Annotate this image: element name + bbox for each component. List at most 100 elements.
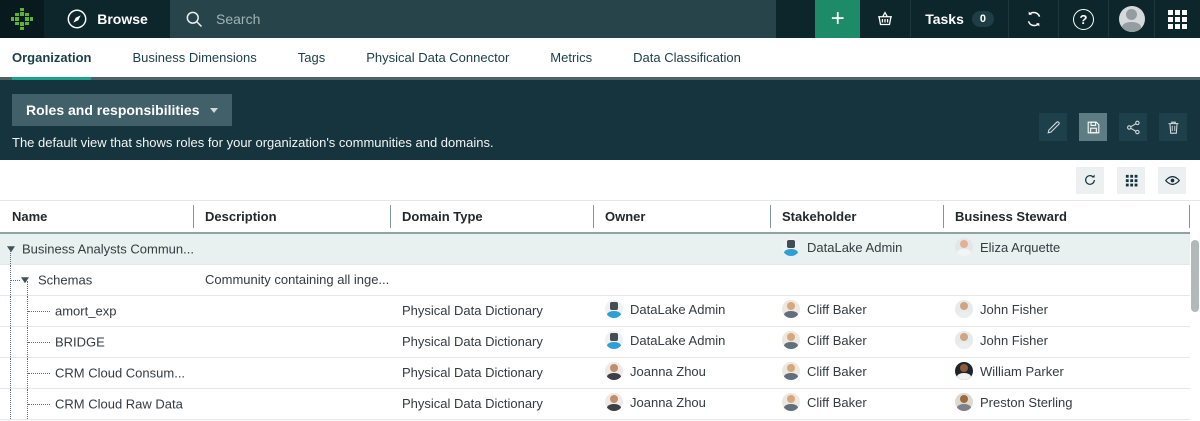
table-row[interactable]: CRM Cloud Consum... Physical Data Dictio… bbox=[0, 357, 1190, 388]
domain-type-cell bbox=[390, 264, 593, 295]
user-chip[interactable]: William Parker bbox=[955, 362, 1064, 380]
apps-grid-icon bbox=[1168, 10, 1187, 29]
tab-metrics[interactable]: Metrics bbox=[550, 38, 592, 77]
table-row[interactable]: Business Analysts Commun... DataLake Adm… bbox=[0, 233, 1190, 264]
domain-type-cell: Physical Data Dictionary bbox=[390, 388, 593, 419]
column-header-description[interactable]: Description bbox=[193, 201, 390, 233]
owner-cell bbox=[593, 233, 770, 264]
user-chip[interactable]: John Fisher bbox=[955, 331, 1048, 349]
column-settings-button[interactable] bbox=[1117, 167, 1145, 194]
search-input[interactable] bbox=[216, 11, 762, 27]
domain-type-cell: Physical Data Dictionary bbox=[390, 357, 593, 388]
help-button[interactable]: ? bbox=[1058, 0, 1108, 38]
user-chip[interactable]: Eliza Arquette bbox=[955, 238, 1060, 256]
edit-view-button[interactable] bbox=[1039, 113, 1067, 141]
browse-button[interactable]: Browse bbox=[44, 0, 170, 38]
tab-physical-data-connector[interactable]: Physical Data Connector bbox=[366, 38, 509, 77]
description-cell bbox=[193, 295, 390, 326]
user-chip[interactable]: Joanna Zhou bbox=[605, 393, 706, 411]
save-view-button[interactable] bbox=[1079, 113, 1107, 141]
tree-line bbox=[27, 281, 28, 295]
user-chip[interactable]: DataLake Admin bbox=[605, 331, 725, 349]
tree-line bbox=[10, 296, 11, 326]
stakeholder-cell bbox=[770, 264, 943, 295]
refresh-table-button[interactable] bbox=[1076, 167, 1104, 194]
search-icon bbox=[184, 9, 204, 29]
tree-line bbox=[28, 342, 50, 343]
user-chip[interactable]: Cliff Baker bbox=[782, 393, 867, 411]
column-header-business-steward[interactable]: Business Steward bbox=[943, 201, 1190, 233]
stakeholder-cell: Cliff Baker bbox=[770, 326, 943, 357]
user-menu-button[interactable] bbox=[1108, 0, 1154, 38]
delete-view-button[interactable] bbox=[1159, 113, 1187, 141]
create-asset-button[interactable]: + bbox=[815, 0, 860, 38]
user-chip[interactable]: Cliff Baker bbox=[782, 331, 867, 349]
table-row[interactable]: BRIDGE Physical Data Dictionary DataLake… bbox=[0, 326, 1190, 357]
domain-type-cell bbox=[390, 233, 593, 264]
basket-button[interactable] bbox=[860, 0, 910, 38]
user-chip[interactable]: John Fisher bbox=[955, 300, 1048, 318]
preview-button[interactable] bbox=[1158, 167, 1186, 194]
business-steward-cell: John Fisher bbox=[943, 326, 1190, 357]
assets-table: Name Description Domain Type Owner Stake… bbox=[0, 201, 1190, 420]
vertical-scrollbar[interactable] bbox=[1191, 240, 1199, 312]
table-row[interactable]: Schemas Community containing all inge... bbox=[0, 264, 1190, 295]
table-header-row: Name Description Domain Type Owner Stake… bbox=[0, 201, 1190, 233]
user-chip[interactable]: DataLake Admin bbox=[605, 300, 725, 318]
tree-line bbox=[10, 327, 11, 357]
apps-menu-button[interactable] bbox=[1154, 0, 1200, 38]
description-cell: Community containing all inge... bbox=[193, 264, 390, 295]
sync-icon bbox=[1023, 8, 1045, 30]
search-bar[interactable] bbox=[170, 0, 776, 38]
user-chip[interactable]: Cliff Baker bbox=[782, 362, 867, 380]
user-avatar bbox=[605, 362, 623, 380]
view-selector-label: Roles and responsibilities bbox=[26, 102, 200, 118]
tasks-count-badge: 0 bbox=[972, 11, 994, 27]
user-chip[interactable]: Preston Sterling bbox=[955, 393, 1073, 411]
table-row[interactable]: amort_exp Physical Data Dictionary DataL… bbox=[0, 295, 1190, 326]
tree-line bbox=[10, 358, 11, 388]
sync-button[interactable] bbox=[1008, 0, 1058, 38]
tab-data-classification[interactable]: Data Classification bbox=[633, 38, 741, 77]
view-description: The default view that shows roles for yo… bbox=[12, 135, 1188, 150]
business-steward-cell: Preston Sterling bbox=[943, 388, 1190, 419]
column-header-domain-type[interactable]: Domain Type bbox=[390, 201, 593, 233]
asset-name-link[interactable]: CRM Cloud Raw Data bbox=[55, 396, 183, 411]
user-avatar bbox=[955, 362, 973, 380]
description-cell bbox=[193, 388, 390, 419]
tab-business-dimensions[interactable]: Business Dimensions bbox=[132, 38, 256, 77]
business-steward-cell: John Fisher bbox=[943, 295, 1190, 326]
asset-name-link[interactable]: Schemas bbox=[38, 272, 92, 287]
basket-icon bbox=[874, 8, 896, 30]
table-toolbar bbox=[0, 160, 1200, 201]
column-header-stakeholder[interactable]: Stakeholder bbox=[770, 201, 943, 233]
owner-cell: DataLake Admin bbox=[593, 326, 770, 357]
asset-name-link[interactable]: Business Analysts Commun... bbox=[22, 241, 193, 256]
user-chip[interactable]: Cliff Baker bbox=[782, 300, 867, 318]
tasks-button[interactable]: Tasks 0 bbox=[910, 0, 1008, 38]
table-row[interactable]: CRM Cloud Raw Data Physical Data Diction… bbox=[0, 388, 1190, 419]
view-actions bbox=[1039, 113, 1187, 141]
column-header-name[interactable]: Name bbox=[0, 201, 193, 233]
asset-name-link[interactable]: amort_exp bbox=[55, 303, 116, 318]
app-logo[interactable] bbox=[0, 0, 44, 38]
tab-organization[interactable]: Organization bbox=[12, 38, 91, 77]
column-header-owner[interactable]: Owner bbox=[593, 201, 770, 233]
user-avatar bbox=[782, 393, 800, 411]
share-view-button[interactable] bbox=[1119, 113, 1147, 141]
stakeholder-cell: DataLake Admin bbox=[770, 233, 943, 264]
collapse-triangle-icon[interactable] bbox=[7, 246, 15, 252]
refresh-icon bbox=[1082, 172, 1098, 188]
chevron-down-icon bbox=[210, 108, 218, 113]
view-selector-dropdown[interactable]: Roles and responsibilities bbox=[12, 94, 232, 126]
asset-name-link[interactable]: CRM Cloud Consum... bbox=[55, 365, 185, 380]
domain-type-cell: Physical Data Dictionary bbox=[390, 326, 593, 357]
owner-cell: Joanna Zhou bbox=[593, 388, 770, 419]
asset-name-link[interactable]: BRIDGE bbox=[55, 334, 105, 349]
domain-type-cell: Physical Data Dictionary bbox=[390, 295, 593, 326]
tab-tags[interactable]: Tags bbox=[298, 38, 325, 77]
tree-line bbox=[10, 389, 11, 419]
business-steward-cell bbox=[943, 264, 1190, 295]
user-chip[interactable]: DataLake Admin bbox=[782, 238, 902, 256]
user-chip[interactable]: Joanna Zhou bbox=[605, 362, 706, 380]
